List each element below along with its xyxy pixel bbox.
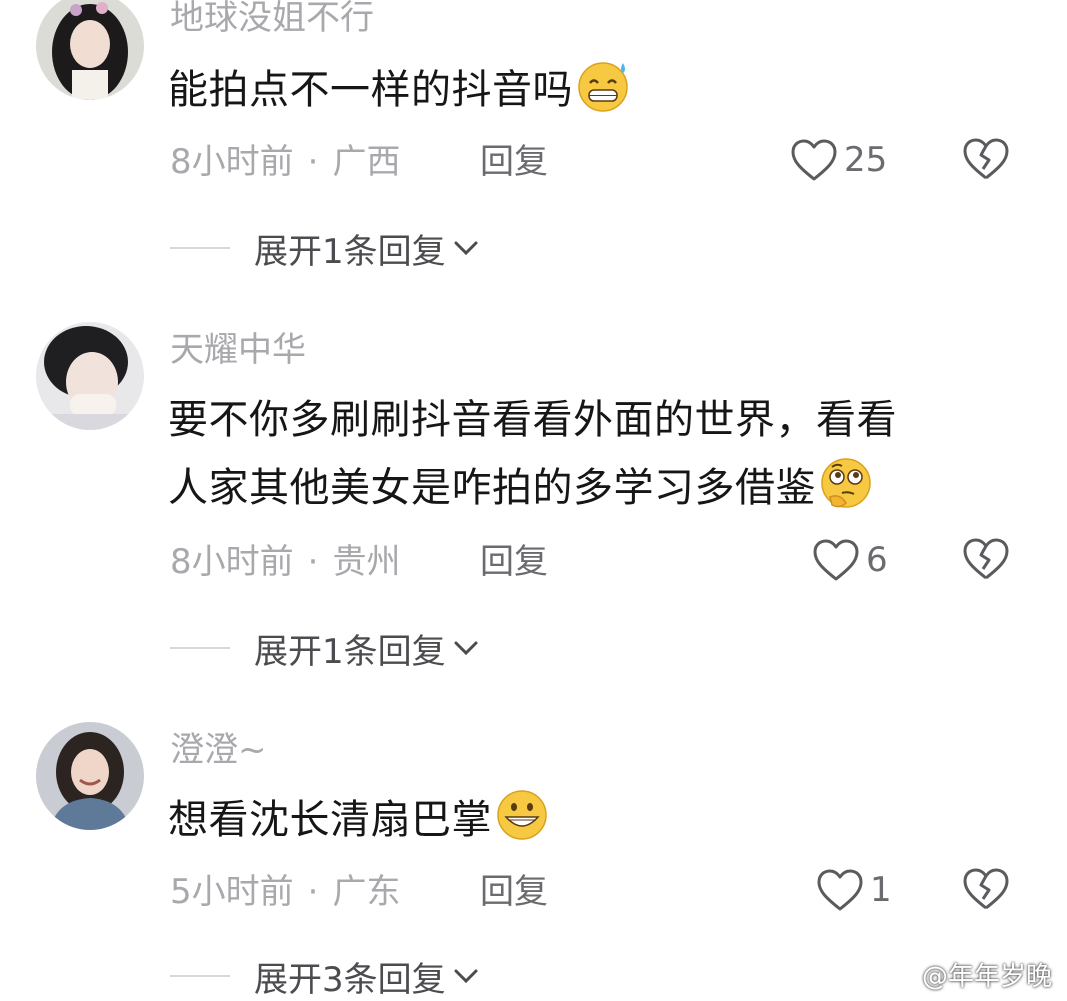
comment-text-line: 人家其他美女是咋拍的多学习多借鉴 [168, 454, 988, 522]
heart-icon [817, 869, 863, 911]
thinking-emoji [821, 458, 871, 508]
comment-time: 8小时前 [170, 542, 294, 582]
expand-replies-label: 展开3条回复 [254, 959, 446, 1000]
heart-icon [791, 139, 837, 181]
heart-icon [813, 539, 859, 581]
reply-button[interactable]: 回复 [480, 872, 548, 912]
comment-meta: 8小时前 · 广西 [170, 142, 400, 182]
avatar[interactable] [36, 0, 144, 100]
avatar[interactable] [36, 722, 144, 830]
comment-text: 要不你多刷刷抖音看看外面的世界，看看 人家其他美女是咋拍的多学习多借鉴 [168, 386, 988, 522]
reply-button[interactable]: 回复 [480, 142, 548, 182]
expand-replies-button[interactable]: 展开1条回复 [170, 628, 480, 672]
divider-line [170, 647, 230, 649]
comment-meta: 8小时前 · 贵州 [170, 542, 400, 582]
comment-text-content: 人家其他美女是咋拍的多学习多借鉴 [168, 465, 816, 511]
username[interactable]: 天耀中华 [170, 330, 306, 370]
watermark: @年年岁晚 [878, 956, 1052, 993]
comment-time: 5小时前 [170, 872, 294, 912]
broken-heart-icon[interactable] [962, 136, 1010, 182]
comment-meta: 5小时前 · 广东 [170, 872, 400, 912]
chevron-down-icon [454, 641, 478, 656]
watermark-text: @年年岁晚 [922, 962, 1053, 992]
like-button[interactable]: 1 [816, 866, 892, 914]
comment-text-content: 想看沈长清扇巴掌 [168, 797, 492, 843]
comment-location: 广西 [332, 142, 401, 182]
chevron-down-icon [454, 241, 478, 256]
grin-emoji [497, 790, 547, 840]
divider-line [170, 247, 230, 249]
expand-replies-button[interactable]: 展开1条回复 [170, 228, 480, 272]
comment-text-content: 能拍点不一样的抖音吗 [168, 67, 573, 113]
like-count: 25 [844, 140, 888, 180]
like-button[interactable]: 6 [812, 536, 888, 584]
reply-button[interactable]: 回复 [480, 542, 548, 582]
comment-text: 能拍点不一样的抖音吗 [168, 56, 988, 124]
comment-location: 贵州 [332, 542, 401, 582]
expand-replies-label: 展开1条回复 [254, 631, 446, 672]
meta-separator: · [307, 542, 319, 582]
avatar[interactable] [36, 322, 144, 430]
chevron-down-icon [454, 969, 478, 984]
meta-separator: · [307, 142, 319, 182]
comment-location: 广东 [332, 872, 401, 912]
divider-line [170, 975, 230, 977]
broken-heart-icon[interactable] [962, 536, 1010, 582]
broken-heart-icon[interactable] [962, 866, 1010, 912]
username[interactable]: 地球没姐不行 [170, 0, 374, 38]
comment-time: 8小时前 [170, 142, 294, 182]
like-button[interactable]: 25 [790, 136, 887, 184]
like-count: 6 [866, 540, 888, 580]
weibo-logo-icon [878, 962, 916, 989]
username[interactable]: 澄澄~ [170, 730, 267, 770]
expand-replies-button[interactable]: 展开3条回复 [170, 956, 480, 1000]
expand-replies-label: 展开1条回复 [254, 231, 446, 272]
comment-text: 想看沈长清扇巴掌 [168, 786, 988, 854]
comment-text-line: 要不你多刷刷抖音看看外面的世界，看看 [168, 397, 897, 443]
like-count: 1 [870, 870, 892, 910]
grin-sweat-emoji [578, 62, 628, 112]
meta-separator: · [307, 872, 319, 912]
